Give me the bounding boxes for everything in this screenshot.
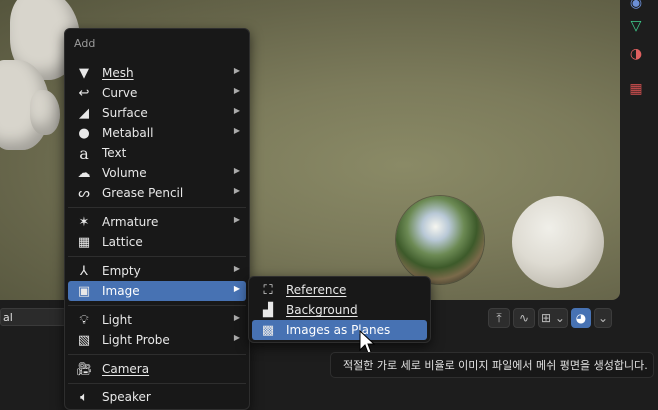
overlay-toggle-button[interactable]: ◕ xyxy=(571,308,591,328)
object-properties-icon[interactable]: ◉ xyxy=(627,0,645,12)
add-menu: Add ▼ Mesh ▶ ↩ Curve ▶ ◢ Surface ▶ ● Met… xyxy=(64,28,250,410)
menu-separator xyxy=(68,383,246,384)
menu-item-label: Camera xyxy=(102,362,150,376)
texture-icon[interactable]: ▦ xyxy=(627,80,645,98)
white-sphere xyxy=(512,196,604,288)
menu-separator xyxy=(68,207,246,208)
menu-item-label: Speaker xyxy=(102,390,151,404)
menu-item-label: Lattice xyxy=(102,235,143,249)
submenu-arrow-icon: ▶ xyxy=(233,106,240,115)
submenu-arrow-icon: ▶ xyxy=(233,284,240,293)
curve-icon: ↩ xyxy=(78,85,90,101)
menu-item-armature[interactable]: ✶ Armature ▶ xyxy=(68,212,246,232)
tooltip: 적절한 가로 세로 비율로 이미지 파일에서 메쉬 평면을 생성합니다. xyxy=(330,352,654,378)
mesh-icon: ▼ xyxy=(79,65,89,81)
metaball-icon: ● xyxy=(78,125,90,141)
menu-item-mesh[interactable]: ▼ Mesh ▶ xyxy=(68,63,246,83)
image-submenu: ⛶ Reference ▟ Background ▩ Images as Pla… xyxy=(248,276,431,343)
menu-separator xyxy=(68,354,246,355)
menu-item-grease-pencil[interactable]: ᔕ Grease Pencil ▶ xyxy=(68,183,246,203)
menu-item-text[interactable]: a Text xyxy=(68,143,246,163)
menu-item-speaker[interactable]: 🔈︎ Speaker xyxy=(68,387,246,407)
material-icon[interactable]: ◑ xyxy=(627,45,645,63)
submenu-arrow-icon: ▶ xyxy=(233,86,240,95)
menu-item-lattice[interactable]: ▦ Lattice xyxy=(68,232,246,252)
menu-item-light-probe[interactable]: ▧ Light Probe ▶ xyxy=(68,330,246,350)
camera-icon: 🎥︎ xyxy=(75,361,93,377)
menu-item-label: Armature xyxy=(102,215,159,229)
menu-item-label: Empty xyxy=(102,264,141,278)
menu-item-label: Mesh xyxy=(102,66,134,80)
menu-item-camera[interactable]: 🎥︎ Camera xyxy=(68,359,246,379)
menu-item-label: Background xyxy=(286,303,358,317)
image-icon: ▣ xyxy=(77,283,91,299)
submenu-arrow-icon: ▶ xyxy=(233,215,240,224)
menu-item-label: Reference xyxy=(286,283,347,297)
menu-item-label: Metaball xyxy=(102,126,154,140)
menu-item-metaball[interactable]: ● Metaball ▶ xyxy=(68,123,246,143)
submenu-item-reference[interactable]: ⛶ Reference xyxy=(252,280,427,300)
transform-orientation-button[interactable]: ⤒ xyxy=(488,308,510,328)
menu-item-label: Image xyxy=(102,284,140,298)
viewport-header-tools: ⤒ ∿ ⊞ ⌄ ◕ ⌄ xyxy=(488,307,612,329)
menu-item-label: Light xyxy=(102,313,132,327)
snap-target-dropdown[interactable]: ⊞ ⌄ xyxy=(538,308,568,328)
menu-item-surface[interactable]: ◢ Surface ▶ xyxy=(68,103,246,123)
vertex-groups-icon[interactable]: ▽ xyxy=(627,17,645,35)
submenu-item-background[interactable]: ▟ Background xyxy=(252,300,427,320)
submenu-arrow-icon: ▶ xyxy=(233,186,240,195)
submenu-arrow-icon: ▶ xyxy=(233,333,240,342)
light-icon: 💡︎ xyxy=(79,312,89,328)
snap-toggle-button[interactable]: ∿ xyxy=(513,308,535,328)
submenu-item-images-as-planes[interactable]: ▩ Images as Planes xyxy=(252,320,427,340)
menu-item-empty[interactable]: ⅄ Empty ▶ xyxy=(68,261,246,281)
submenu-arrow-icon: ▶ xyxy=(233,264,240,273)
light-probe-icon: ▧ xyxy=(77,332,91,348)
menu-item-curve[interactable]: ↩ Curve ▶ xyxy=(68,83,246,103)
submenu-arrow-icon: ▶ xyxy=(233,126,240,135)
speaker-icon: 🔈︎ xyxy=(80,389,88,405)
surface-icon: ◢ xyxy=(79,105,89,121)
volume-icon: ☁ xyxy=(77,165,91,181)
empty-icon: ⅄ xyxy=(80,263,88,279)
menu-title: Add xyxy=(74,37,96,50)
overlay-dropdown[interactable]: ⌄ xyxy=(594,308,612,328)
hdri-chrome-sphere xyxy=(396,196,484,284)
submenu-arrow-icon: ▶ xyxy=(233,313,240,322)
menu-item-label: Volume xyxy=(102,166,147,180)
menu-item-label: Text xyxy=(102,146,127,160)
menu-separator xyxy=(68,305,246,306)
menu-item-image[interactable]: ▣ Image ▶ xyxy=(68,281,246,301)
submenu-arrow-icon: ▶ xyxy=(233,66,240,75)
grease-pencil-icon: ᔕ xyxy=(78,185,90,201)
background-image-icon: ▟ xyxy=(263,302,273,318)
menu-item-label: Light Probe xyxy=(102,333,170,347)
statue-model-foot xyxy=(30,90,60,135)
images-as-planes-icon: ▩ xyxy=(261,322,275,338)
viewport-gizmo-column: ◉ ▽ ◑ ▦ xyxy=(620,0,658,398)
text-icon: a xyxy=(79,143,89,163)
lattice-icon: ▦ xyxy=(77,234,91,250)
menu-item-light[interactable]: 💡︎ Light ▶ xyxy=(68,310,246,330)
reference-image-icon: ⛶ xyxy=(263,282,273,298)
submenu-arrow-icon: ▶ xyxy=(233,166,240,175)
menu-item-label: Grease Pencil xyxy=(102,186,184,200)
armature-icon: ✶ xyxy=(78,214,90,230)
menu-item-label: Surface xyxy=(102,106,148,120)
menu-separator xyxy=(68,256,246,257)
editor-name-field[interactable]: al xyxy=(0,308,66,326)
menu-item-label: Curve xyxy=(102,86,138,100)
menu-item-volume[interactable]: ☁ Volume ▶ xyxy=(68,163,246,183)
